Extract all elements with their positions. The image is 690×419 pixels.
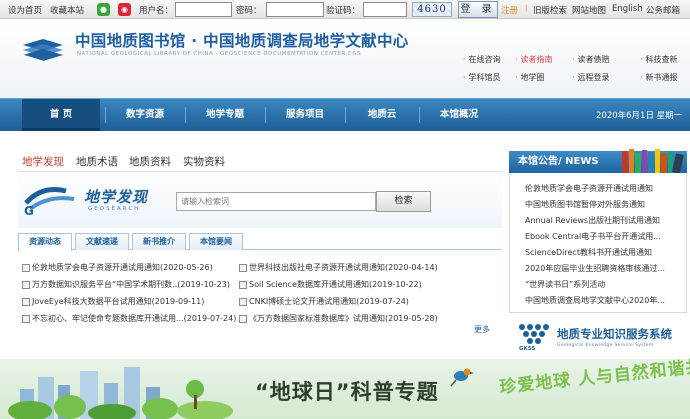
bullet-icon: ·: [572, 55, 575, 64]
nav-divider: [265, 107, 266, 123]
login-button[interactable]: 登 录: [458, 1, 498, 18]
bullet-icon: ·: [515, 55, 518, 64]
username-input[interactable]: [175, 2, 232, 17]
password-label: 密码：: [236, 6, 262, 16]
bullet-icon: ·: [640, 55, 643, 64]
nav-services[interactable]: 服务项目: [269, 99, 341, 131]
news-item[interactable]: 伦敦地质学会电子资源开通试用通知(2020-05-26): [22, 262, 213, 273]
news-item[interactable]: JoveEye科技大数据平台试用通知(2019-09-11): [21, 296, 204, 307]
bullet-icon: ·: [572, 73, 575, 82]
tab-geo-discovery[interactable]: 地学发现: [22, 154, 64, 169]
captcha-image[interactable]: 4630: [412, 2, 452, 17]
wechat-icon[interactable]: ●: [97, 3, 110, 16]
notice-item[interactable]: 伦敦地质学会电子资源开通试用通知: [525, 183, 687, 194]
quick-link-label: 读者债赔: [577, 55, 610, 64]
quick-link-newbooks[interactable]: · 新书通报: [640, 72, 678, 83]
search-input[interactable]: [176, 192, 376, 211]
library-logo-icon[interactable]: [21, 33, 65, 63]
password-input[interactable]: [266, 2, 324, 17]
set-home-link[interactable]: 设为首页: [8, 4, 42, 16]
notice-item[interactable]: Annual Reviews出版社期刊试用通知: [525, 215, 687, 226]
bullet-icon: ·: [463, 73, 466, 82]
favorite-link[interactable]: 收藏本站: [50, 4, 84, 16]
quick-link-label: 学科馆员: [468, 73, 501, 82]
banner-title: “地球日”科普专题: [255, 380, 439, 404]
news-item[interactable]: CNKI博硕士论文开通试用通知(2019-07-24): [239, 296, 409, 307]
nav-geocloud[interactable]: 地质云: [349, 99, 415, 131]
gks-subtitle: Geological Knowledge Service System: [557, 343, 654, 348]
quick-link-remote[interactable]: · 远程登录: [572, 72, 610, 83]
site-subtitle: NATIONAL GEOLOGICAL LIBRARY OF CHINA · G…: [77, 51, 362, 57]
quick-link-compensation[interactable]: · 读者债赔: [572, 54, 610, 65]
news-item[interactable]: Soil Science数据库开通试用通知(2019-10-22): [239, 279, 422, 290]
bullet-icon: ·: [515, 73, 518, 82]
top-bar: 设为首页 收藏本站 ● ◉ 用户名： 密码： 验证码： 4630 登 录 注册 …: [0, 0, 690, 19]
captcha-input[interactable]: [363, 2, 407, 17]
notice-list: [509, 173, 687, 313]
quick-link-label: 在线咨询: [468, 55, 501, 64]
tab-resource-news[interactable]: 资源动态: [18, 233, 72, 251]
nav-about[interactable]: 本馆概况: [423, 99, 495, 131]
notice-item[interactable]: Ebook Central电子书平台开通试用...: [525, 231, 687, 242]
nav-digital-resources[interactable]: 数字资源: [109, 99, 181, 131]
bullet-icon: ·: [640, 73, 643, 82]
gks-logo-icon: [519, 324, 549, 344]
news-item[interactable]: 万方数据知识服务平台“中国学术期刊数..(2019-10-23): [22, 279, 230, 290]
quick-link-label: 科技查新: [645, 55, 678, 64]
username-label: 用户名：: [139, 6, 174, 16]
gks-title: 地质专业知识服务系统: [557, 327, 672, 341]
geosearch-brand: 地学发现: [84, 188, 149, 206]
tab-literature[interactable]: 文献速递: [75, 233, 129, 250]
tab-physical-data[interactable]: 实物资料: [183, 154, 225, 169]
notice-item[interactable]: 2020年应届毕业生招聘资格审核通过...: [525, 263, 687, 274]
main-nav: 首 页 数字资源 地学专题 服务项目 地质云 本馆概况 2020年6月1日 星期…: [0, 98, 690, 131]
news-item[interactable]: 不忘初心、牢记使命专题数据库开通试用...(2019-07-24): [21, 313, 236, 324]
quick-link-consult[interactable]: · 在线咨询: [463, 54, 501, 65]
more-link[interactable]: 更多: [474, 324, 490, 335]
bird-icon: [450, 368, 474, 387]
separator-icon: |: [525, 4, 528, 12]
svg-text:G: G: [24, 204, 34, 217]
sitemap-link[interactable]: 网站地图: [572, 4, 606, 16]
quick-link-label: 远程登录: [577, 73, 610, 82]
quick-link-librarian[interactable]: · 学科馆员: [463, 72, 501, 83]
nav-home[interactable]: 首 页: [22, 99, 100, 131]
quick-link-label: 新书通报: [645, 73, 678, 82]
news-item[interactable]: 《万方数据国家标准数据库》试用通知(2019-05-28): [239, 313, 438, 324]
geosearch-logo-icon: G: [24, 187, 75, 217]
news-item[interactable]: 世界科技出版社电子资源开通试用通知(2020-04-14): [239, 262, 438, 273]
notice-item[interactable]: ScienceDirect教科书开通试用通知: [525, 247, 687, 258]
nav-divider: [105, 107, 106, 123]
nav-geo-topics[interactable]: 地学专题: [189, 99, 261, 131]
register-link[interactable]: 注册: [501, 4, 518, 16]
site-title[interactable]: 中国地质图书馆 · 中国地质调查局地学文献中心: [75, 29, 409, 51]
old-version-link[interactable]: 旧版检索: [533, 4, 567, 16]
quick-link-novelty[interactable]: · 科技查新: [640, 54, 678, 65]
nav-divider: [419, 107, 420, 123]
notice-item[interactable]: “世界读书日”系列活动: [525, 279, 687, 290]
notice-item[interactable]: 中国地质调查局地学文献中心2020年...: [525, 295, 687, 306]
quick-link-circle[interactable]: · 地学圈: [515, 72, 545, 83]
tab-new-books[interactable]: 新书推介: [132, 233, 186, 250]
mail-link[interactable]: 公务邮箱: [646, 4, 680, 16]
nav-divider: [185, 107, 186, 123]
gks-abbreviation: GKSS: [519, 346, 536, 352]
geosearch-brand-en: GEOSEARCH: [88, 206, 141, 212]
quick-link-guide[interactable]: · 读者指南: [515, 54, 553, 65]
tab-library-news[interactable]: 本馆要闻: [189, 233, 243, 250]
tab-geo-data[interactable]: 地质资料: [129, 154, 171, 169]
current-date: 2020年6月1日 星期一: [596, 111, 683, 121]
nav-divider: [345, 107, 346, 123]
rss-icon[interactable]: ◉: [118, 3, 131, 16]
english-link[interactable]: English: [612, 4, 643, 14]
captcha-label: 验证码：: [326, 6, 361, 16]
quick-link-label: 读者指南: [520, 55, 553, 64]
books-icon: [622, 149, 684, 173]
quick-link-label: 地学圈: [520, 73, 545, 82]
bullet-icon: ·: [463, 55, 466, 64]
search-button[interactable]: 检索: [376, 191, 431, 212]
notice-item[interactable]: 中国地质图书馆暂停对外服务通知: [525, 199, 687, 210]
city-illustration-icon: [8, 367, 233, 419]
tab-geo-terms[interactable]: 地质术语: [76, 154, 118, 169]
